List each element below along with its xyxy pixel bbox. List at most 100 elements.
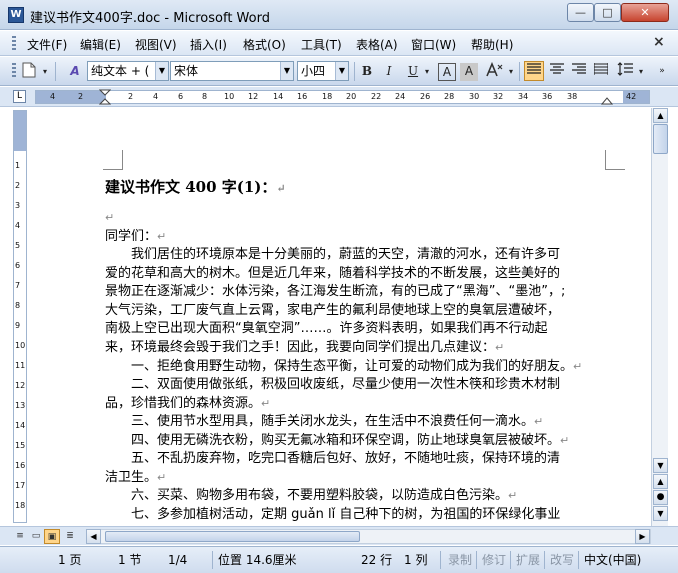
doc-line[interactable]: 六、买菜、购物多用布袋，不要用塑料胶袋，以防造成白色污染。↵ [105,487,610,506]
status-page-of[interactable]: 1/4 [168,551,187,569]
vruler-tick: 11 [15,361,26,370]
styles-pane-icon[interactable]: A [66,62,84,82]
outline-view-icon[interactable]: ≣ [62,529,78,544]
close-button[interactable]: ✕ [621,3,669,22]
menu-tools[interactable]: 工具(T) [301,36,342,53]
align-right-button[interactable] [570,62,588,82]
indent-marker-icon[interactable] [99,89,111,105]
doc-line[interactable]: 三、使用节水型用具，随手关闭水龙头，在生活中不浪费任何一滴水。↵ [105,413,610,432]
menu-window[interactable]: 窗口(W) [411,36,456,53]
select-browse-object-icon[interactable]: ● [653,490,668,505]
toolbar-options-chevron-icon[interactable]: » [655,62,669,82]
new-document-icon[interactable] [20,62,38,82]
paragraph-mark: ↵ [573,360,583,373]
toolbar-grip-handle[interactable] [12,63,16,78]
doc-line[interactable]: 景物正在逐渐减少：水体污染，各江海发生断流，有的已成了“黑海”、“墨池”，; [105,283,610,302]
doc-line[interactable]: 大气污染，工厂废气直上云霄，家电产生的氟利昂使地球上空的臭氧层遭破坏， [105,302,610,321]
doc-line[interactable]: ↵ [105,209,610,228]
status-language[interactable]: 中文(中国) [584,551,641,569]
doc-line[interactable]: 七、多参加植树活动，定期 guǎn lǐ 自己种下的树，为祖国的环保绿化事业 [105,506,610,525]
doc-line[interactable]: 品，珍惜我们的森林资源。↵ [105,395,610,414]
vertical-scrollbar[interactable]: ▲ ▼ ▲ ● ▼ [651,108,668,526]
document-close-icon[interactable]: × [653,34,665,50]
status-overtype[interactable]: 改写 [550,551,574,569]
doc-line-text: 洁卫生。 [105,470,158,485]
horizontal-scroll-thumb[interactable] [105,531,360,542]
toolbar-separator [55,62,56,81]
doc-line-text: 四、使用无磷洗衣粉，购买无氟冰箱和环保空调，防止地球臭氧层被破坏。 [105,433,561,448]
scroll-down-icon[interactable]: ▼ [653,458,668,473]
maximize-button[interactable]: □ [594,3,621,22]
status-column[interactable]: 1 列 [404,551,427,569]
vertical-scroll-thumb[interactable] [653,124,668,154]
print-view-icon[interactable]: ▣ [44,529,60,544]
doc-line[interactable]: 洁卫生。↵ [105,469,610,488]
menu-format[interactable]: 格式(O) [243,36,286,53]
underline-button[interactable]: U [404,62,422,82]
document-heading[interactable]: 建议书作文 400 字(1)：↵ [105,178,610,199]
effects-dropdown-chevron-icon[interactable]: ▾ [506,62,516,82]
doc-line[interactable]: 我们居住的环境原本是十分美丽的，蔚蓝的天空，清澈的河水，还有许多可 [105,246,610,265]
menu-view[interactable]: 视图(V) [135,36,177,53]
font-size-select[interactable]: 小四 ▼ [297,61,349,81]
doc-line[interactable]: 一、拒绝食用野生动物，保持生态平衡，让可爱的动物们成为我们的好朋友。↵ [105,358,610,377]
status-record[interactable]: 录制 [448,551,472,569]
horizontal-scrollbar[interactable]: ◀ ▶ [86,529,651,544]
horizontal-ruler[interactable]: 4 2 2 4 6 8 10 12 14 16 18 20 22 24 26 2… [35,89,650,105]
chevron-down-icon[interactable]: ▼ [280,62,293,80]
align-justify-button[interactable] [524,61,544,81]
align-center-button[interactable] [548,62,566,82]
vertical-ruler[interactable]: 1 2 3 4 5 6 7 8 9 10 11 12 13 14 15 16 1… [13,110,27,523]
minimize-button[interactable]: — [567,3,594,22]
tab-stop-selector[interactable]: L [13,90,26,103]
chevron-down-icon[interactable]: ▼ [335,62,348,80]
ruler-tick: 16 [297,92,308,101]
doc-line[interactable]: 同学们：↵ [105,228,610,247]
status-section[interactable]: 1 节 [118,551,141,569]
ruler-left-margin [36,91,106,103]
doc-line[interactable]: 五、不乱扔废弃物，吃完口香糖后包好、放好，不随地吐痰，保持环境的清 [105,450,610,469]
previous-page-icon[interactable]: ▲ [653,474,668,489]
underline-dropdown-chevron-icon[interactable]: ▾ [422,62,432,82]
document-page[interactable]: 建议书作文 400 字(1)：↵ ↵ 同学们：↵ 我们居住的环境原本是十分美丽的… [30,108,649,526]
web-view-icon[interactable]: ▭ [28,529,44,544]
scroll-right-icon[interactable]: ▶ [635,529,650,544]
char-border-button[interactable]: A [438,63,456,81]
next-page-icon[interactable]: ▼ [653,506,668,521]
chevron-down-icon[interactable]: ▼ [155,62,168,80]
menu-help[interactable]: 帮助(H) [471,36,513,53]
word-app-icon[interactable]: W [8,7,24,23]
menu-insert[interactable]: 插入(I) [190,36,227,53]
line-spacing-icon[interactable] [616,62,634,82]
scroll-left-icon[interactable]: ◀ [86,529,101,544]
crop-mark [605,150,625,170]
right-indent-marker-icon[interactable] [601,95,613,105]
menu-bar: 文件(F) 编辑(E) 视图(V) 插入(I) 格式(O) 工具(T) 表格(A… [0,31,678,56]
new-dropdown-chevron-icon[interactable]: ▾ [40,62,50,82]
doc-line[interactable]: 二、双面使用做张纸，积极回收废纸，尽量少使用一次性木筷和珍贵木材制 [105,376,610,395]
status-position[interactable]: 位置 14.6厘米 [218,551,297,569]
menu-edit[interactable]: 编辑(E) [80,36,121,53]
status-page[interactable]: 1 页 [58,551,81,569]
status-separator [544,551,545,569]
doc-line[interactable]: 爱的花草和高大的树木。但是近几年来，随着科学技术的不断发展，这些美好的 [105,265,610,284]
italic-button[interactable]: I [380,62,398,82]
doc-line[interactable]: 来，环境最终会毁于我们之手！因此，我要向同学们提出几点建议：↵ [105,339,610,358]
font-select[interactable]: 宋体 ▼ [170,61,294,81]
style-select[interactable]: 纯文本 + ( ▼ [87,61,169,81]
scroll-up-icon[interactable]: ▲ [653,108,668,123]
doc-line[interactable]: 四、使用无磷洗衣粉，购买无氟冰箱和环保空调，防止地球臭氧层被破坏。↵ [105,432,610,451]
doc-line[interactable]: 南极上空已出现大面积“臭氧空洞”……。许多资料表明，如果我们再不行动起 [105,320,610,339]
status-extend[interactable]: 扩展 [516,551,540,569]
menu-file[interactable]: 文件(F) [27,36,67,53]
normal-view-icon[interactable]: ≡ [12,529,28,544]
status-line[interactable]: 22 行 [361,551,392,569]
line-spacing-chevron-icon[interactable]: ▾ [636,62,646,82]
bold-button[interactable]: B [358,62,376,82]
menu-grip-handle[interactable] [12,36,16,51]
status-revisions[interactable]: 修订 [482,551,506,569]
text-effects-icon[interactable] [484,61,504,82]
menu-table[interactable]: 表格(A) [356,36,398,53]
distribute-align-button[interactable] [592,62,610,82]
char-shading-button[interactable]: A [460,63,478,81]
